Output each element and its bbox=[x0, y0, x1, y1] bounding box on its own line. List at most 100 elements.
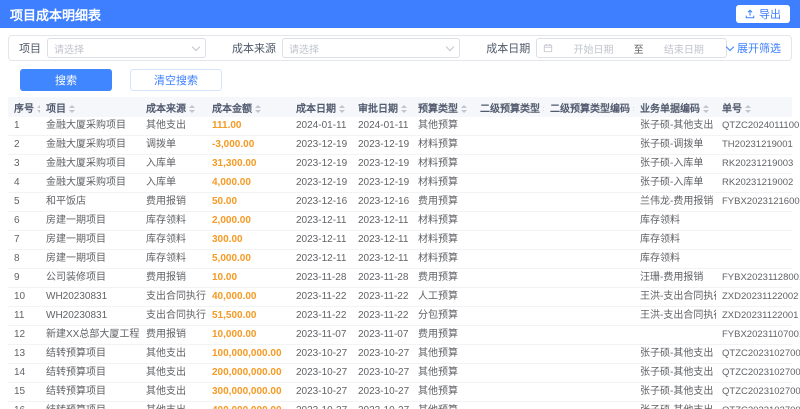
cell-budget_subtype bbox=[474, 344, 544, 364]
expand-filter-label: 展开筛选 bbox=[737, 43, 781, 55]
sort-icon[interactable] bbox=[339, 105, 345, 113]
chevron-down-icon bbox=[191, 42, 201, 51]
export-button[interactable]: 导出 bbox=[736, 5, 790, 23]
cell-source: 其他支出 bbox=[140, 382, 206, 402]
clear-search-button[interactable]: 清空搜索 bbox=[130, 69, 222, 91]
table-row[interactable]: 3 金融大厦采购项目 入库单 31,300.00 2023-12-19 2023-12-1… bbox=[8, 154, 793, 174]
cell-amount: 300,000,000.00 bbox=[206, 382, 290, 402]
cell-business_doc_code: 库存领料 bbox=[634, 230, 716, 250]
cell-approval_date: 2023-12-11 bbox=[352, 249, 412, 269]
table-row[interactable]: 16结转预算项目其他支出400,000,000.002023-10-272023… bbox=[8, 401, 800, 409]
column-header-no[interactable]: 序号 bbox=[8, 97, 40, 117]
column-header-budget_type[interactable]: 预算类型 bbox=[412, 97, 474, 117]
cell-budget_subtype_code bbox=[544, 135, 634, 155]
cell-budget_subtype bbox=[474, 230, 544, 250]
cell-approval_date: 2023-11-22 bbox=[352, 306, 412, 326]
cell-project: 金融大厦采购项目 bbox=[40, 154, 140, 174]
cell-amount: 5,000.00 bbox=[206, 249, 290, 269]
cell-project: 金融大厦采购项目 bbox=[40, 173, 140, 193]
cell-no: 14 bbox=[8, 363, 40, 383]
source-select[interactable]: 请选择 bbox=[282, 38, 461, 58]
table-row[interactable]: 13 结转预算项目 其他支出 100,000,000.00 2023-10-27 2023… bbox=[8, 344, 800, 364]
cell-project: 结转预算项目 bbox=[40, 344, 140, 364]
table-row[interactable]: 7 房建一期项目 库存领料 300.00 2023-12-11 2023-12-11 材料预… bbox=[8, 230, 792, 250]
sort-icon[interactable] bbox=[255, 105, 261, 113]
column-label: 单号 bbox=[722, 103, 742, 115]
cell-project: 结转预算项目 bbox=[40, 363, 140, 383]
table-row[interactable]: 12新建XX总部大厦工程二期费用报销10,000.002023-11-07202… bbox=[8, 325, 800, 345]
cell-budget_subtype_code bbox=[544, 211, 634, 231]
expand-filter-link[interactable]: 展开筛选 bbox=[725, 40, 781, 56]
column-header-cost_date[interactable]: 成本日期 bbox=[290, 97, 352, 117]
cell-approval_date: 2023-10-27 bbox=[352, 401, 412, 409]
cell-budget_type: 材料预算 bbox=[412, 211, 474, 231]
sort-icon[interactable] bbox=[633, 105, 634, 113]
cell-cost_date: 2023-11-07 bbox=[290, 325, 352, 345]
table-row[interactable]: 10 WH20230831 支出合同执行 40,000.00 2023-11-22 202… bbox=[8, 287, 798, 307]
column-label: 序号 bbox=[14, 103, 34, 115]
cell-budget_type: 人工预算 bbox=[412, 287, 474, 307]
project-select[interactable]: 请选择 bbox=[47, 38, 207, 58]
sort-icon[interactable] bbox=[703, 105, 709, 113]
table-row[interactable]: 4 金融大厦采购项目 入库单 4,000.00 2023-12-19 2023-12-19… bbox=[8, 173, 793, 193]
column-header-project[interactable]: 项目 bbox=[40, 97, 140, 117]
column-header-budget_subtype_code[interactable]: 二级预算类型编码 bbox=[544, 97, 634, 117]
cell-budget_subtype bbox=[474, 211, 544, 231]
column-header-business_doc_code[interactable]: 业务单据编码 bbox=[634, 97, 716, 117]
cell-no: 8 bbox=[8, 249, 40, 269]
cell-cost_date: 2023-11-28 bbox=[290, 268, 352, 288]
cell-amount: 100,000,000.00 bbox=[206, 344, 290, 364]
sort-icon[interactable] bbox=[69, 105, 75, 113]
column-label: 项目 bbox=[46, 103, 66, 115]
cell-cost_date: 2023-12-11 bbox=[290, 230, 352, 250]
cell-business_doc_code: 张子硕-其他支出 bbox=[634, 117, 716, 136]
column-header-amount[interactable]: 成本金额 bbox=[206, 97, 290, 117]
column-header-doc_no[interactable]: 单号 bbox=[716, 97, 792, 117]
cell-budget_type: 其他预算 bbox=[412, 344, 474, 364]
table-row[interactable]: 6 房建一期项目 库存领料 2,000.00 2023-12-11 2023-12-11 材… bbox=[8, 211, 792, 231]
sort-icon[interactable] bbox=[37, 105, 40, 113]
sort-icon[interactable] bbox=[189, 105, 195, 113]
sort-icon[interactable] bbox=[543, 105, 544, 113]
cell-budget_type: 费用预算 bbox=[412, 325, 474, 345]
sort-icon[interactable] bbox=[401, 105, 407, 113]
cell-no: 13 bbox=[8, 344, 40, 364]
cell-source: 其他支出 bbox=[140, 344, 206, 364]
table-row[interactable]: 1 金融大厦采购项目 其他支出 111.00 2024-01-11 2024-01-11 其… bbox=[8, 117, 800, 136]
cell-project: 房建一期项目 bbox=[40, 230, 140, 250]
search-button[interactable]: 搜索 bbox=[20, 69, 112, 91]
cell-approval_date: 2023-12-19 bbox=[352, 173, 412, 193]
cell-budget_type: 费用预算 bbox=[412, 192, 474, 212]
column-header-approval_date[interactable]: 审批日期 bbox=[352, 97, 412, 117]
cell-budget_type: 材料预算 bbox=[412, 230, 474, 250]
cell-source: 入库单 bbox=[140, 173, 206, 193]
chevron-down-icon bbox=[725, 42, 735, 51]
cell-project: 新建XX总部大厦工程二期 bbox=[40, 325, 140, 345]
sort-icon[interactable] bbox=[461, 105, 467, 113]
filter-bar: 项目 请选择 成本来源 请选择 成本日期 开始日期 至 结束日期 展开筛选 bbox=[8, 35, 792, 61]
sort-icon[interactable] bbox=[745, 105, 751, 113]
cell-doc_no bbox=[716, 249, 792, 269]
cell-business_doc_code: 张子硕-调拨单 bbox=[634, 135, 716, 155]
date-range-input[interactable]: 开始日期 至 结束日期 bbox=[536, 38, 727, 58]
table-row[interactable]: 5 和平饭店 费用报销 50.00 2023-12-16 2023-12-16 费用预算 兰伟… bbox=[8, 192, 800, 212]
cell-budget_subtype bbox=[474, 382, 544, 402]
cell-business_doc_code bbox=[634, 325, 716, 345]
cell-approval_date: 2023-10-27 bbox=[352, 344, 412, 364]
column-label: 成本来源 bbox=[146, 103, 186, 115]
cell-source: 调拨单 bbox=[140, 135, 206, 155]
cell-business_doc_code: 库存领料 bbox=[634, 211, 716, 231]
column-header-source[interactable]: 成本来源 bbox=[140, 97, 206, 117]
cell-project: 房建一期项目 bbox=[40, 249, 140, 269]
table-row[interactable]: 8 房建一期项目 库存领料 5,000.00 2023-12-11 2023-12-11 材… bbox=[8, 249, 792, 269]
column-header-budget_subtype[interactable]: 二级预算类型 bbox=[474, 97, 544, 117]
table-row[interactable]: 9 公司装修项目 费用报销 10.00 2023-11-28 2023-11-28 费用预算… bbox=[8, 268, 800, 288]
cell-amount: 10,000.00 bbox=[206, 325, 290, 345]
table-row[interactable]: 2 金融大厦采购项目 调拨单 -3,000.00 2023-12-19 2023-12-1… bbox=[8, 135, 793, 155]
table-row[interactable]: 11 WH20230831 支出合同执行 51,500.00 2023-11-22 202… bbox=[8, 306, 798, 326]
cell-business_doc_code: 张子硕-其他支出 bbox=[634, 401, 716, 409]
table-row[interactable]: 15 结转预算项目 其他支出 300,000,000.00 2023-10-27 2023… bbox=[8, 382, 800, 402]
cell-budget_subtype bbox=[474, 192, 544, 212]
cell-doc_no: FYBX20231107001 bbox=[716, 325, 800, 345]
table-row[interactable]: 14 结转预算项目 其他支出 200,000,000.00 2023-10-27 2023… bbox=[8, 363, 800, 383]
